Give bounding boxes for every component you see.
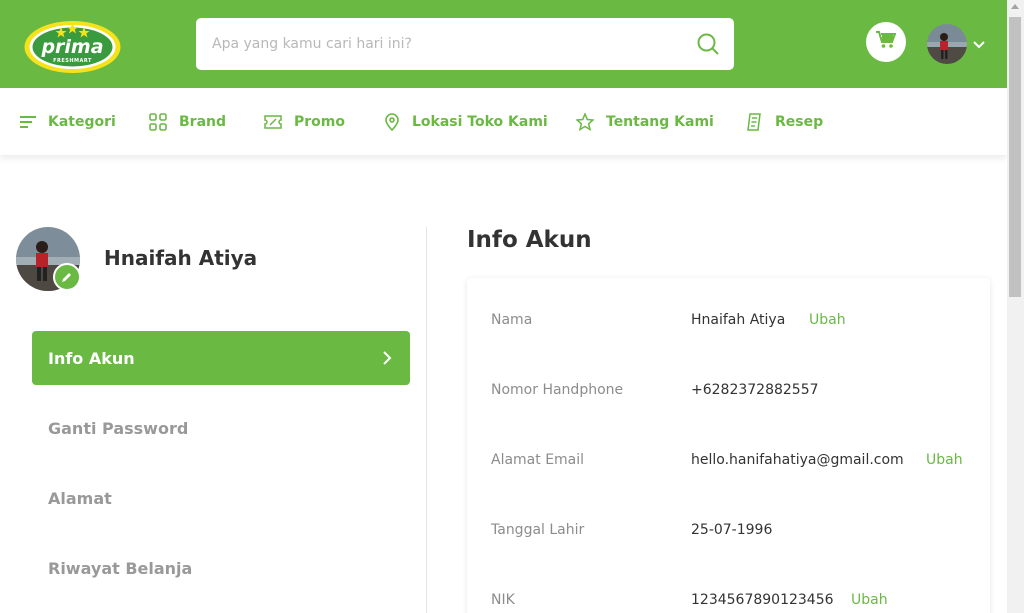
edit-avatar-button[interactable] <box>53 263 81 291</box>
nav-label: Kategori <box>48 113 116 130</box>
nav-item-lokasi[interactable]: Lokasi Toko Kami <box>384 88 548 155</box>
search-bar <box>196 18 734 70</box>
nav-item-promo[interactable]: Promo <box>264 88 345 155</box>
sidebar-item-ganti-password[interactable]: Ganti Password <box>32 401 410 455</box>
field-label-nik: NIK <box>491 592 515 608</box>
chevron-down-icon[interactable] <box>972 37 986 51</box>
cart-icon <box>876 31 897 53</box>
scrollbar-thumb[interactable] <box>1009 17 1021 297</box>
sidebar-item-riwayat-belanja[interactable]: Riwayat Belanja <box>32 541 410 595</box>
nav-item-tentang[interactable]: Tentang Kami <box>576 88 714 155</box>
field-label-birthdate: Tanggal Lahir <box>491 522 585 538</box>
sidebar-item-info-akun[interactable]: Info Akun <box>32 331 410 385</box>
scroll-up-arrow-icon[interactable] <box>1011 4 1019 9</box>
sidebar-item-label: Info Akun <box>48 348 135 368</box>
star-icon <box>576 112 594 131</box>
nav-item-resep[interactable]: Resep <box>747 88 823 155</box>
sidebar-item-label: Ganti Password <box>48 418 189 438</box>
search-input[interactable] <box>196 18 676 70</box>
header-bar: prima FRESHMART <box>0 0 1007 88</box>
field-value-nama: Hnaifah Atiya <box>691 312 786 328</box>
nav-item-brand[interactable]: Brand <box>149 88 226 155</box>
nav-label: Brand <box>179 113 227 130</box>
sidebar-item-label: Riwayat Belanja <box>48 558 193 578</box>
field-value-nik: 1234567890123456 <box>691 592 834 608</box>
location-pin-icon <box>385 112 399 131</box>
ticket-icon <box>264 114 282 129</box>
logo-text: prima <box>41 36 104 58</box>
account-info-card <box>467 278 990 613</box>
nav-label: Tentang Kami <box>606 113 714 130</box>
nav-label: Lokasi Toko Kami <box>412 113 548 130</box>
field-label-email: Alamat Email <box>491 452 585 468</box>
profile-name: Hnaifah Atiya <box>104 246 258 270</box>
sidebar-item-alamat[interactable]: Alamat <box>32 471 410 525</box>
prima-freshmart-logo[interactable]: prima FRESHMART <box>23 18 122 74</box>
field-value-email: hello.hanifahatiya@gmail.com <box>691 452 904 468</box>
sidebar-item-label: Alamat <box>48 488 112 508</box>
menu-icon <box>20 115 36 128</box>
nav-label: Resep <box>775 113 824 130</box>
pencil-icon <box>62 273 71 282</box>
logo-subtext: FRESHMART <box>53 58 92 64</box>
field-value-birthdate: 25-07-1996 <box>691 522 773 538</box>
field-value-phone: +6282372882557 <box>691 382 819 398</box>
edit-nama-link[interactable]: Ubah <box>809 312 846 328</box>
vertical-divider <box>426 227 427 613</box>
field-label-phone: Nomor Handphone <box>491 382 624 398</box>
grid-icon <box>149 112 167 131</box>
nav-item-kategori[interactable]: Kategori <box>20 88 116 155</box>
user-avatar[interactable] <box>927 24 967 64</box>
field-label-nama: Nama <box>491 312 533 328</box>
search-icon[interactable] <box>696 32 720 56</box>
category-nav: Kategori Brand Promo Lokasi Toko Kami Te… <box>0 88 1007 155</box>
chevron-right-icon <box>382 350 392 370</box>
cart-button[interactable] <box>866 22 906 62</box>
nav-label: Promo <box>294 113 345 130</box>
page-title: Info Akun <box>467 227 592 253</box>
receipt-icon <box>747 112 761 131</box>
edit-nik-link[interactable]: Ubah <box>851 592 888 608</box>
edit-email-link[interactable]: Ubah <box>926 452 963 468</box>
page-scrollbar[interactable] <box>1007 0 1024 613</box>
